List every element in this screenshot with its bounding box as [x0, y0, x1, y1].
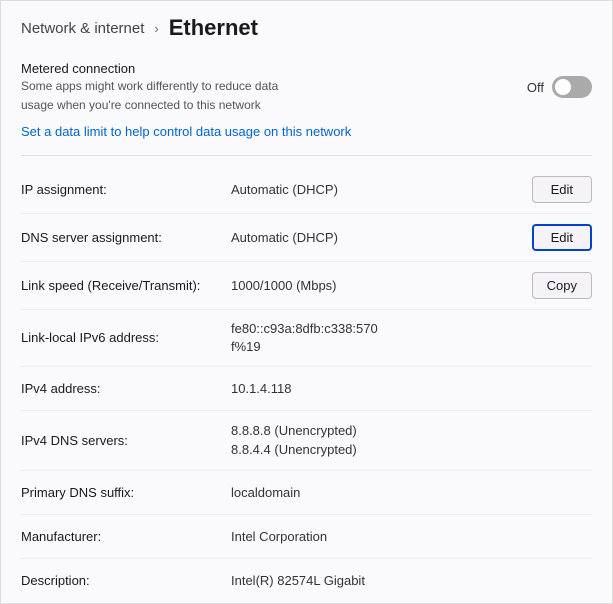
- ipv4-value: 10.1.4.118: [231, 381, 592, 396]
- dns-assignment-action: Edit: [532, 224, 592, 251]
- setting-row-manufacturer: Manufacturer: Intel Corporation: [21, 515, 592, 559]
- metered-toggle[interactable]: [552, 76, 592, 98]
- metered-connection-section: Metered connection Some apps might work …: [21, 51, 592, 156]
- metered-right: Off: [527, 76, 592, 98]
- settings-section: IP assignment: Automatic (DHCP) Edit DNS…: [21, 166, 592, 603]
- page-content: Metered connection Some apps might work …: [1, 51, 612, 603]
- settings-page: Network & internet › Ethernet Metered co…: [0, 0, 613, 604]
- ipv4-dns-value-line1: 8.8.8.8 (Unencrypted): [231, 423, 357, 438]
- ipv4-dns-label: IPv4 DNS servers:: [21, 433, 231, 448]
- ip-assignment-action: Edit: [532, 176, 592, 203]
- toggle-label: Off: [527, 80, 544, 95]
- setting-row-dns-assignment: DNS server assignment: Automatic (DHCP) …: [21, 214, 592, 262]
- page-title: Ethernet: [169, 15, 258, 41]
- metered-desc-line1: Some apps might work differently to redu…: [21, 78, 278, 95]
- dns-assignment-value: Automatic (DHCP): [231, 230, 520, 245]
- link-speed-copy-button[interactable]: Copy: [532, 272, 592, 299]
- dns-suffix-value: localdomain: [231, 485, 592, 500]
- ip-assignment-edit-button[interactable]: Edit: [532, 176, 592, 203]
- metered-row: Metered connection Some apps might work …: [21, 61, 592, 114]
- metered-title: Metered connection: [21, 61, 278, 76]
- setting-row-link-speed: Link speed (Receive/Transmit): 1000/1000…: [21, 262, 592, 310]
- ipv4-dns-value-line2: 8.8.4.4 (Unencrypted): [231, 442, 357, 457]
- ipv4-label: IPv4 address:: [21, 381, 231, 396]
- breadcrumb-chevron: ›: [154, 21, 158, 36]
- ipv6-value: fe80::c93a:8dfb:c338:570 f%19: [231, 320, 592, 356]
- description-value: Intel(R) 82574L Gigabit: [231, 573, 592, 588]
- description-label: Description:: [21, 573, 231, 588]
- ipv6-value-line2: f%19: [231, 339, 261, 354]
- dns-assignment-label: DNS server assignment:: [21, 230, 231, 245]
- link-speed-value: 1000/1000 (Mbps): [231, 278, 520, 293]
- setting-row-ipv4: IPv4 address: 10.1.4.118: [21, 367, 592, 411]
- metered-left: Metered connection Some apps might work …: [21, 61, 278, 114]
- setting-row-dns-suffix: Primary DNS suffix: localdomain: [21, 471, 592, 515]
- data-limit-link[interactable]: Set a data limit to help control data us…: [21, 124, 351, 139]
- ipv6-value-line1: fe80::c93a:8dfb:c338:570: [231, 321, 378, 336]
- setting-row-ip-assignment: IP assignment: Automatic (DHCP) Edit: [21, 166, 592, 214]
- ipv6-label: Link-local IPv6 address:: [21, 330, 231, 345]
- toggle-thumb: [555, 79, 571, 95]
- ip-assignment-value: Automatic (DHCP): [231, 182, 520, 197]
- dns-assignment-edit-button[interactable]: Edit: [532, 224, 592, 251]
- link-speed-label: Link speed (Receive/Transmit):: [21, 278, 231, 293]
- manufacturer-label: Manufacturer:: [21, 529, 231, 544]
- setting-row-ipv4-dns: IPv4 DNS servers: 8.8.8.8 (Unencrypted) …: [21, 411, 592, 471]
- page-header: Network & internet › Ethernet: [1, 1, 612, 51]
- dns-suffix-label: Primary DNS suffix:: [21, 485, 231, 500]
- ipv4-dns-value: 8.8.8.8 (Unencrypted) 8.8.4.4 (Unencrypt…: [231, 421, 592, 460]
- setting-row-ipv6: Link-local IPv6 address: fe80::c93a:8dfb…: [21, 310, 592, 367]
- metered-desc-line2: usage when you're connected to this netw…: [21, 97, 278, 114]
- manufacturer-value: Intel Corporation: [231, 529, 592, 544]
- ip-assignment-label: IP assignment:: [21, 182, 231, 197]
- breadcrumb[interactable]: Network & internet: [21, 20, 144, 37]
- link-speed-action: Copy: [532, 272, 592, 299]
- setting-row-description: Description: Intel(R) 82574L Gigabit: [21, 559, 592, 603]
